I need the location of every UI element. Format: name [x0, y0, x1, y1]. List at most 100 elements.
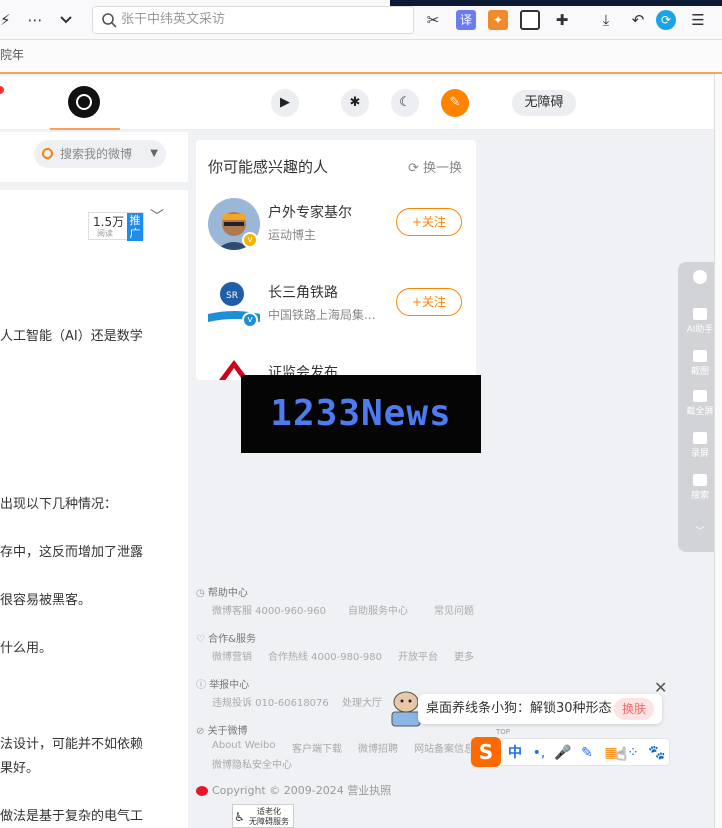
search-my-weibo-input[interactable]: 搜索我的微博 ▼	[34, 140, 166, 168]
fullscreen-icon	[693, 390, 707, 402]
active-tab-indicator	[50, 128, 120, 130]
read-count-badge: 1.5万 阅读 推广	[88, 212, 144, 241]
side-label: AI助手	[686, 325, 714, 335]
undo-icon[interactable]: ↶	[628, 8, 648, 32]
address-placeholder: 张干中纬英文采访	[121, 12, 226, 27]
footer-link[interactable]: 网站备案信息	[414, 740, 474, 755]
footer-link[interactable]: 处理大厅	[342, 694, 382, 709]
footer-link[interactable]: 微博客服 4000-960-960	[212, 602, 326, 617]
follow-button[interactable]: +关注	[396, 288, 462, 316]
coop-heading: 合作&服务	[208, 634, 256, 645]
footer-link[interactable]: 更多	[454, 648, 474, 663]
feed-text-line: 果好。	[0, 761, 40, 776]
caret-down-icon[interactable]: ▼	[150, 140, 158, 168]
browser-toolbar: ⚡ ⋯ 张干中纬英文采访 ✂ 译 ✦ ✚ ⤓ ↶ ⟳ ☰	[0, 0, 722, 40]
translate-icon[interactable]: 译	[456, 10, 476, 30]
divider	[0, 182, 188, 190]
footer-link[interactable]: About Weibo	[212, 740, 275, 751]
close-icon[interactable]: ✕	[654, 678, 667, 697]
side-label: 录屏	[690, 449, 709, 459]
chevron-down-icon[interactable]: ﹀	[150, 206, 164, 226]
age-badge-text: 适老化 无障碍服务	[249, 807, 289, 826]
footer-link[interactable]: 微博招聘	[358, 740, 398, 755]
video-camera-icon	[693, 432, 707, 444]
weibo-header: ▶ ✱ ☾ ✎ 无障碍	[0, 76, 714, 130]
recommend-item[interactable]: SR v 长三角铁路 中国铁路上海局集... +关注	[208, 278, 468, 334]
skin-switch-button[interactable]: 换肤	[614, 698, 654, 720]
feed-text-line: 法设计，可能并不如依赖	[0, 737, 144, 752]
scissors-icon[interactable]: ✂	[422, 8, 444, 32]
accessibility-button[interactable]: 无障碍	[512, 90, 576, 116]
weibo-logo[interactable]	[68, 86, 100, 118]
address-bar[interactable]: 张干中纬英文采访	[92, 6, 414, 34]
punctuation-icon[interactable]: •,	[529, 743, 549, 763]
download-icon[interactable]: ⤓	[596, 8, 616, 32]
top-label: TOP	[496, 728, 511, 736]
weibo-logo-icon	[196, 786, 208, 796]
search-placeholder: 搜索我的微博	[60, 147, 133, 161]
recommend-name[interactable]: 户外专家基尔	[268, 202, 352, 222]
feed-column: 搜索我的微博 ▼ 1.5万 阅读 推广 ﹀ 人工智能（AI）还是数学 出现以下几种…	[0, 132, 188, 828]
footer-link[interactable]: 合作热线 4000-980-980	[268, 648, 382, 663]
camera-icon	[693, 350, 707, 362]
compose-icon[interactable]: ✎	[441, 89, 469, 117]
footer-link[interactable]: 违规投诉 010-60618076	[212, 694, 329, 709]
verified-badge: v	[242, 232, 258, 248]
chinese-mode-button[interactable]: 中	[505, 743, 525, 763]
microphone-icon[interactable]: 🎤	[553, 743, 573, 763]
bookmarks-bar: 院年	[0, 40, 722, 74]
wheelchair-icon: ♿	[234, 810, 245, 824]
footer-link[interactable]: 客户端下载	[292, 740, 342, 755]
search-icon	[101, 12, 117, 28]
sync-icon[interactable]: ⟳	[656, 10, 676, 30]
info-icon: ⓘ	[196, 680, 210, 691]
sogou-logo-icon[interactable]: S	[471, 737, 501, 767]
svg-text:SR: SR	[226, 291, 238, 301]
news-watermark-banner: 1233News	[241, 375, 481, 453]
recommend-desc: 运动博主	[268, 228, 317, 242]
reader-icon[interactable]	[520, 10, 540, 30]
page-scrollbar[interactable]	[714, 74, 722, 828]
side-label: 截图	[690, 367, 709, 377]
video-icon[interactable]: ▶	[271, 89, 299, 117]
moon-icon[interactable]: ☾	[391, 89, 419, 117]
lightning-icon[interactable]: ⚡	[0, 8, 11, 32]
footer-link[interactable]: 自助服务中心	[348, 602, 408, 617]
chevron-down-icon[interactable]	[56, 8, 76, 32]
follow-button[interactable]: +关注	[396, 208, 462, 236]
verified-badge: v	[242, 312, 258, 328]
ime-promo-popup[interactable]: 桌面养线条小狗：解锁30种形态 换肤	[418, 694, 662, 724]
feed-text-line: 做法是基于复杂的电气工	[0, 809, 144, 824]
game-icon[interactable]: ✦	[488, 10, 508, 30]
ime-toolbar: S 中 •, 🎤 ✎ ▦ ⁘ 🐾	[470, 737, 670, 767]
recommend-name[interactable]: 长三角铁路	[268, 282, 338, 302]
handwriting-icon[interactable]: ✎	[577, 743, 597, 763]
skin-icon[interactable]: 🐾	[647, 743, 667, 763]
report-heading: 举报中心	[209, 680, 250, 691]
promote-button[interactable]: 推广	[127, 213, 143, 241]
search-icon	[42, 148, 53, 159]
puzzle-icon[interactable]: ✚	[552, 8, 572, 32]
screen: ⚡ ⋯ 张干中纬英文采访 ✂ 译 ✦ ✚ ⤓ ↶ ⟳ ☰ 院年 ▶ ✱ ☾ ✎ …	[0, 0, 722, 828]
gear-icon[interactable]: ✱	[341, 89, 369, 117]
more-icon[interactable]: ⋯	[24, 8, 46, 32]
recommend-item[interactable]: v 户外专家基尔 运动博主 +关注	[208, 198, 468, 254]
banner-text: 1233News	[270, 393, 452, 434]
bookmark-item[interactable]: 院年	[0, 48, 24, 62]
menu-icon[interactable]: ☰	[688, 8, 708, 32]
help-section: ◷ 帮助中心	[196, 584, 248, 599]
heart-icon: ♡	[196, 634, 209, 645]
footer-link[interactable]: 微博隐私安全中心	[212, 756, 292, 771]
hand-cursor-icon: ☝	[616, 744, 627, 765]
ai-icon	[693, 308, 707, 320]
recommend-title: 你可能感兴趣的人	[208, 158, 329, 176]
copyright: Copyright © 2009-2024 营业执照	[196, 782, 391, 798]
footer-link[interactable]: 常见问题	[434, 602, 474, 617]
footer-link[interactable]: 微博营销	[212, 648, 252, 663]
search-icon	[693, 474, 707, 486]
about-section: ⊘ 关于微博	[196, 722, 248, 737]
side-label: 截全屏	[686, 407, 714, 417]
footer-link[interactable]: 开放平台	[398, 648, 438, 663]
refresh-button[interactable]: ⟳ 换一换	[408, 157, 462, 176]
link-icon: ⊘	[196, 726, 208, 737]
